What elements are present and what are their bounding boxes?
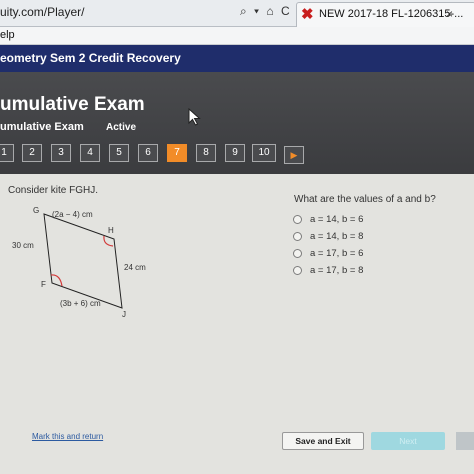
menu-help[interactable]: elp (0, 29, 15, 41)
exam-subtitle: umulative Exam (0, 121, 84, 133)
question-button-3[interactable]: 3 (51, 144, 71, 162)
next-question-arrow-button[interactable]: ▶ (284, 146, 304, 164)
question-button-10[interactable]: 10 (252, 144, 276, 162)
vertex-h-label: H (108, 226, 114, 235)
choice-label: a = 14, b = 8 (310, 231, 364, 242)
choice-label: a = 17, b = 6 (310, 248, 364, 259)
radio-button[interactable] (293, 266, 302, 275)
tab-title: NEW 2017-18 FL-1206315-... (319, 8, 464, 20)
side-hj-label: 24 cm (124, 263, 146, 272)
course-bar: eometry Sem 2 Credit Recovery (0, 45, 474, 72)
question-button-1[interactable]: 1 (0, 144, 14, 162)
vertex-f-label: F (41, 280, 46, 289)
save-and-exit-button[interactable]: Save and Exit (282, 432, 364, 450)
vertex-g-label: G (33, 206, 39, 215)
menu-bar: elp (0, 27, 474, 45)
course-title: eometry Sem 2 Credit Recovery (0, 51, 181, 65)
question-panel: Consider kite FGHJ. G H F J (2a − 4) cm … (0, 174, 474, 474)
exam-status: Active (106, 122, 137, 133)
question-text: What are the values of a and b? (294, 194, 436, 205)
choice-label: a = 14, b = 6 (310, 214, 364, 225)
mouse-cursor-icon (188, 108, 201, 126)
radio-button[interactable] (293, 215, 302, 224)
submit-button-edge[interactable] (456, 432, 474, 450)
side-fj-label: (3b + 6) cm (60, 299, 101, 308)
exam-title: umulative Exam (0, 94, 145, 115)
question-button-8[interactable]: 8 (196, 144, 216, 162)
question-button-7[interactable]: 7 (167, 144, 187, 162)
question-button-5[interactable]: 5 (109, 144, 129, 162)
problem-prompt: Consider kite FGHJ. (8, 185, 99, 196)
vertex-j-label: J (122, 310, 126, 319)
tab-favicon-icon: ✖ (301, 6, 314, 23)
choice-label: a = 17, b = 8 (310, 265, 364, 276)
url-field[interactable]: uity.com/Player/ (0, 5, 84, 19)
question-button-9[interactable]: 9 (225, 144, 245, 162)
radio-button[interactable] (293, 232, 302, 241)
exam-header: umulative Exam umulative Exam Active 1 2… (0, 72, 474, 174)
browser-tab[interactable]: ✖ NEW 2017-18 FL-1206315-... × (296, 2, 474, 27)
kite-figure: G H F J (2a − 4) cm 30 cm 24 cm (3b + 6)… (12, 206, 146, 319)
side-gh-label: (2a − 4) cm (52, 210, 93, 219)
question-button-6[interactable]: 6 (138, 144, 158, 162)
radio-button[interactable] (293, 249, 302, 258)
next-button[interactable]: Next (371, 432, 445, 450)
search-refresh-icons[interactable]: ⌕ ▾ ⌂ C (240, 4, 292, 19)
mark-and-return-link[interactable]: Mark this and return (32, 432, 103, 441)
side-gf-label: 30 cm (12, 241, 34, 250)
question-button-4[interactable]: 4 (80, 144, 100, 162)
address-bar: uity.com/Player/ ⌕ ▾ ⌂ C ✖ NEW 2017-18 F… (0, 0, 474, 27)
tab-close-icon[interactable]: × (446, 7, 453, 21)
question-button-2[interactable]: 2 (22, 144, 42, 162)
